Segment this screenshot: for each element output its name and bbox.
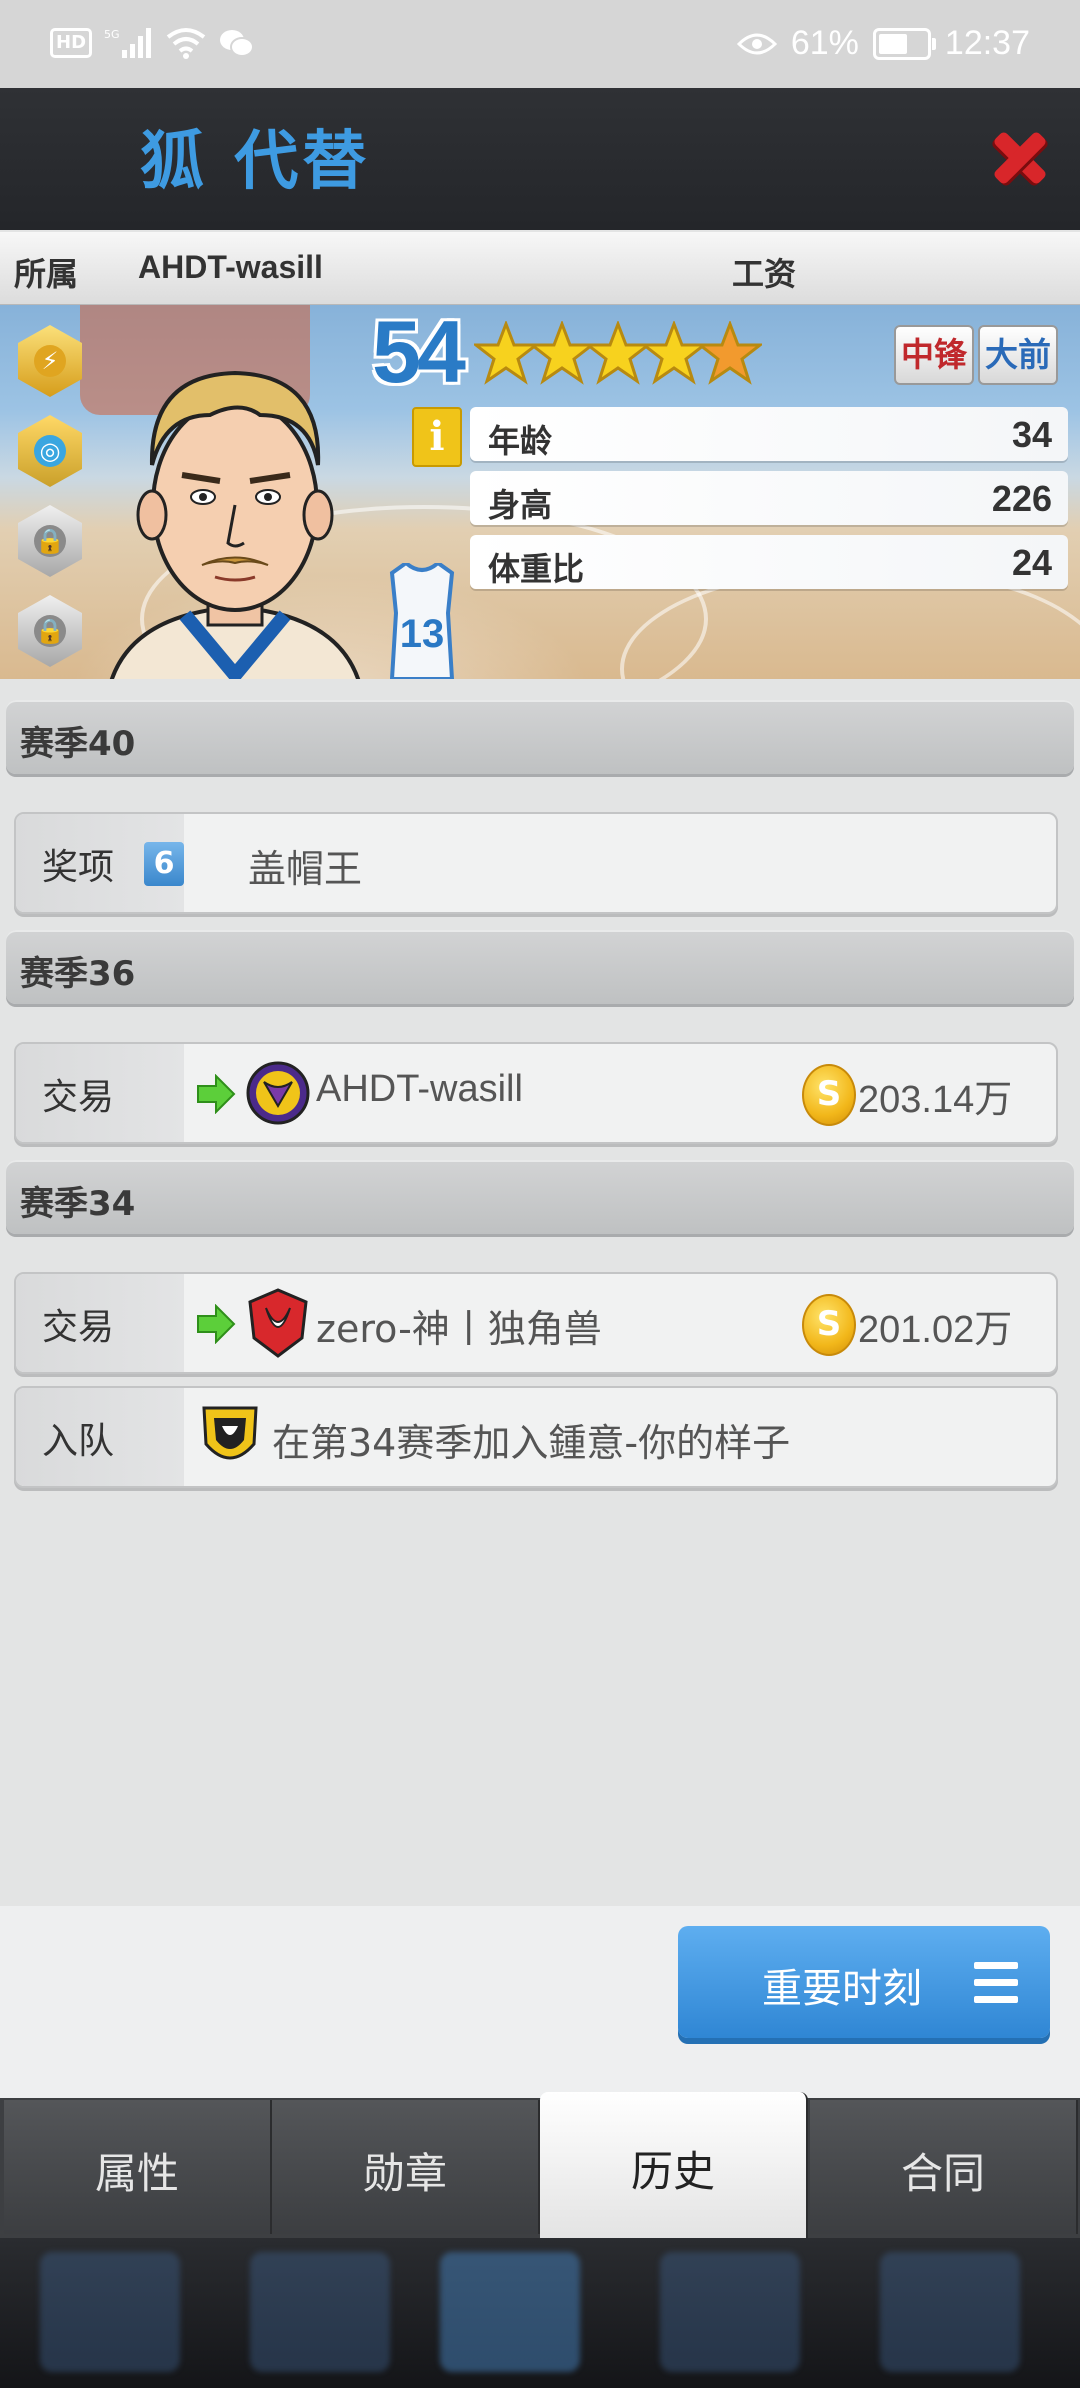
wechat-icon: [220, 30, 255, 57]
stat-height: 身高 226: [470, 471, 1068, 525]
target-badge-icon[interactable]: ◎: [18, 415, 82, 487]
award-count-badge: 6: [144, 842, 184, 886]
jersey-number: 13: [400, 612, 445, 656]
star-rating: [474, 321, 762, 385]
status-bar: HD 5G 61% 12:37: [0, 0, 1080, 88]
entry-amount: 201.02万: [858, 1309, 1013, 1351]
entry-text: 在第34赛季加入鍾意-你的样子: [272, 1421, 791, 1465]
team-name: AHDT-wasill: [138, 249, 323, 285]
list-item-trade[interactable]: 交易 zero-神丨独角兽 S 201.02万: [14, 1272, 1058, 1374]
tab-bar: 属性 勋章 历史 合同: [0, 2092, 1080, 2240]
entry-team: zero-神丨独角兽: [316, 1307, 602, 1351]
star-icon: [586, 321, 650, 385]
season-header: 赛季34: [6, 1160, 1074, 1234]
player-avatar: [109, 370, 361, 679]
star-icon: [698, 321, 762, 385]
hd-icon: HD: [50, 28, 93, 58]
jersey-icon: 13: [389, 563, 455, 679]
eye-icon: [736, 33, 777, 54]
locked-badge-icon[interactable]: 🔒: [18, 595, 82, 667]
player-card: ⚡ ◎ 🔒 🔒 13 54 中锋 大前 i 年龄 34 身高 226 体重比 2…: [0, 305, 1080, 679]
entry-text: 盖帽王: [248, 847, 363, 891]
star-icon: [474, 321, 538, 385]
entry-team: AHDT-wasill: [316, 1068, 523, 1110]
key-moments-button[interactable]: 重要时刻: [678, 1926, 1050, 2038]
team-logo-icon: [248, 1288, 308, 1358]
team-label: 所属: [14, 255, 79, 293]
title-bar: 狐 代替: [0, 88, 1080, 230]
wifi-icon: [166, 28, 206, 59]
team-logo-icon: [202, 1406, 258, 1460]
menu-icon: [974, 1962, 1018, 2006]
team-salary-row: 所属 AHDT-wasill 工资: [0, 232, 1080, 307]
stat-age: 年龄 34: [470, 407, 1068, 461]
clock: 12:37: [944, 24, 1030, 62]
coin-icon: S: [802, 1294, 856, 1356]
stat-weight-ratio: 体重比 24: [470, 535, 1068, 589]
lightning-badge-icon[interactable]: ⚡: [18, 325, 82, 397]
entry-type: 奖项: [42, 847, 115, 888]
battery-percent: 61%: [790, 24, 859, 62]
info-icon[interactable]: i: [412, 407, 462, 467]
bottom-panel: 重要时刻: [0, 1906, 1080, 2098]
svg-text:5G: 5G: [104, 28, 120, 41]
season-header: 赛季40: [6, 700, 1074, 774]
team-logo-icon: [246, 1061, 310, 1125]
tab-contract[interactable]: 合同: [810, 2100, 1078, 2234]
tab-attributes[interactable]: 属性: [4, 2100, 272, 2234]
close-button[interactable]: [985, 122, 1055, 192]
arrow-right-icon: [197, 1304, 236, 1344]
salary-label: 工资: [732, 255, 797, 293]
position-forward-badge: 大前: [978, 325, 1058, 385]
star-icon: [530, 321, 594, 385]
tab-history[interactable]: 历史: [540, 2092, 808, 2240]
game-nav-background: [0, 2238, 1080, 2388]
entry-amount: 203.14万: [858, 1079, 1013, 1121]
position-badges: 中锋 大前: [894, 325, 1058, 385]
tab-badges[interactable]: 勋章: [272, 2100, 540, 2234]
entry-type: 交易: [42, 1077, 115, 1118]
entry-type: 入队: [42, 1421, 115, 1462]
battery-icon: [872, 27, 936, 60]
5g-signal-icon: 5G: [104, 28, 152, 58]
coin-icon: S: [802, 1064, 856, 1126]
arrow-right-icon: [197, 1074, 236, 1114]
list-item-award[interactable]: 奖项 6 盖帽王: [14, 812, 1058, 914]
list-item-join[interactable]: 入队 在第34赛季加入鍾意-你的样子: [14, 1386, 1058, 1488]
season-header: 赛季36: [6, 930, 1074, 1004]
position-center-badge: 中锋: [894, 325, 974, 385]
locked-badge-icon[interactable]: 🔒: [18, 505, 82, 577]
star-icon: [642, 321, 706, 385]
list-item-trade[interactable]: 交易 AHDT-wasill S 203.14万: [14, 1042, 1058, 1144]
entry-type: 交易: [42, 1307, 115, 1348]
overall-rating: 54: [372, 305, 466, 401]
page-title: 狐 代替: [140, 125, 371, 199]
